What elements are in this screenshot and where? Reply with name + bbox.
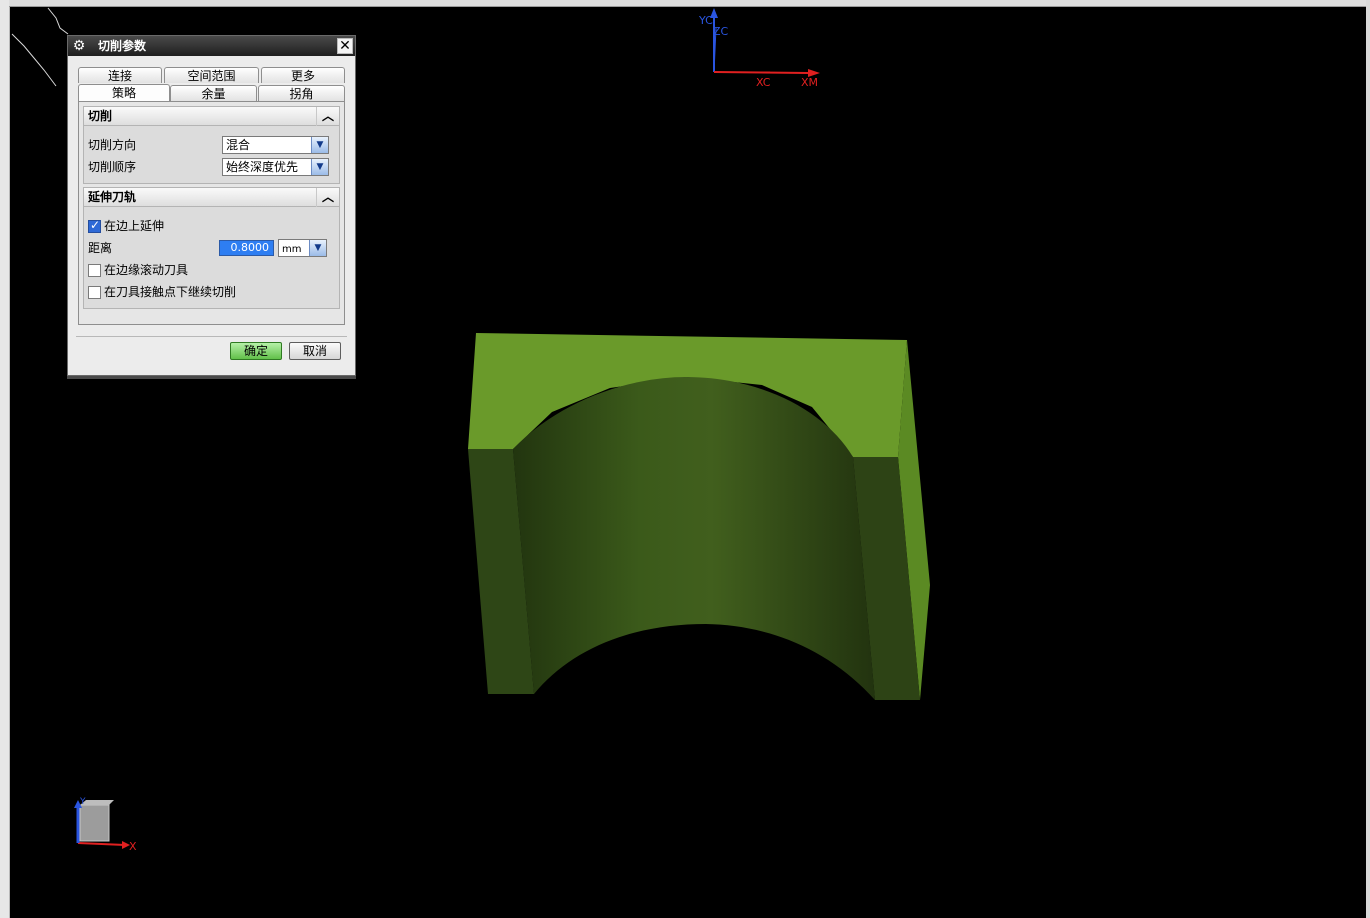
close-icon[interactable]: ✕ [337,38,353,54]
wcs-xm-label: XM [801,76,818,89]
distance-label: 距离 [88,241,113,255]
cut-direction-value: 混合 [226,138,251,152]
continue-cut-checkbox[interactable] [88,286,101,299]
part-arc-surface [513,377,875,700]
wcs-z-label: ZC [713,25,729,38]
roll-tool-label: 在边缘滚动刀具 [104,263,189,277]
tab-corners[interactable]: 拐角 [258,85,345,101]
cut-order-label: 切削顺序 [88,160,137,174]
extend-group-header[interactable]: 延伸刀轨 ︿ [84,188,339,207]
dialog-titlebar[interactable]: ⚙ 切削参数 ✕ [68,36,355,56]
tab-stock[interactable]: 余量 [170,85,257,101]
view-y-label: Y [79,797,86,807]
view-orientation-triad: Y X [74,797,137,853]
cut-direction-label: 切削方向 [88,138,137,152]
dropdown-arrow-icon[interactable]: ▼ [311,159,328,175]
distance-input[interactable]: 0.8000 [219,240,274,256]
extend-path-group: 延伸刀轨 ︿ 在边上延伸 距离 0.8000 mm ▼ 在边缘滚动刀具 在刀具接… [83,187,340,309]
dialog-separator [76,336,347,337]
cut-order-select[interactable]: 始终深度优先 ▼ [222,158,329,176]
cut-group-header[interactable]: 切削 ︿ [84,107,339,126]
wcs-y-label: YC [698,14,713,27]
tab-connect[interactable]: 连接 [78,67,162,83]
part-body[interactable] [468,333,930,700]
tab-more[interactable]: 更多 [261,67,345,83]
dropdown-arrow-icon[interactable]: ▼ [311,137,328,153]
distance-unit-value: mm [282,244,302,255]
extend-group-title: 延伸刀轨 [88,190,137,204]
extend-on-edge-checkbox[interactable] [88,218,101,233]
wcs-x-label: XC [756,76,771,89]
collapse-chevron-icon[interactable]: ︿ [316,188,339,207]
strategy-panel: 切削 ︿ 切削方向 混合 ▼ 切削顺序 始终深度优先 ▼ 延伸刀轨 ︿ 在边上延… [78,101,345,325]
ok-button[interactable]: 确定 [230,342,282,360]
dialog-title: 切削参数 [98,39,147,53]
cut-order-value: 始终深度优先 [226,160,299,174]
dropdown-arrow-icon[interactable]: ▼ [309,240,326,256]
extend-on-edge-label: 在边上延伸 [104,219,165,233]
collapse-chevron-icon[interactable]: ︿ [316,107,339,126]
tab-bar: 连接 空间范围 更多 策略 余量 拐角 [78,67,345,103]
cut-group-title: 切削 [88,109,113,123]
cut-direction-select[interactable]: 混合 ▼ [222,136,329,154]
viewport-artifacts [11,7,69,87]
roll-tool-checkbox[interactable] [88,264,101,277]
distance-unit-select[interactable]: mm ▼ [278,239,327,257]
gear-icon[interactable]: ⚙ [71,38,87,54]
cutting-parameters-dialog: ⚙ 切削参数 ✕ 连接 空间范围 更多 策略 余量 拐角 切削 ︿ 切削方向 混… [67,35,356,376]
continue-cut-label: 在刀具接触点下继续切削 [104,285,237,299]
cancel-button[interactable]: 取消 [289,342,341,360]
tab-space-range[interactable]: 空间范围 [164,67,259,83]
cut-group: 切削 ︿ 切削方向 混合 ▼ 切削顺序 始终深度优先 ▼ [83,106,340,184]
wcs-triad: YC ZC XC XM [698,8,820,89]
tab-strategy[interactable]: 策略 [78,84,170,101]
view-x-label: X [129,840,137,853]
